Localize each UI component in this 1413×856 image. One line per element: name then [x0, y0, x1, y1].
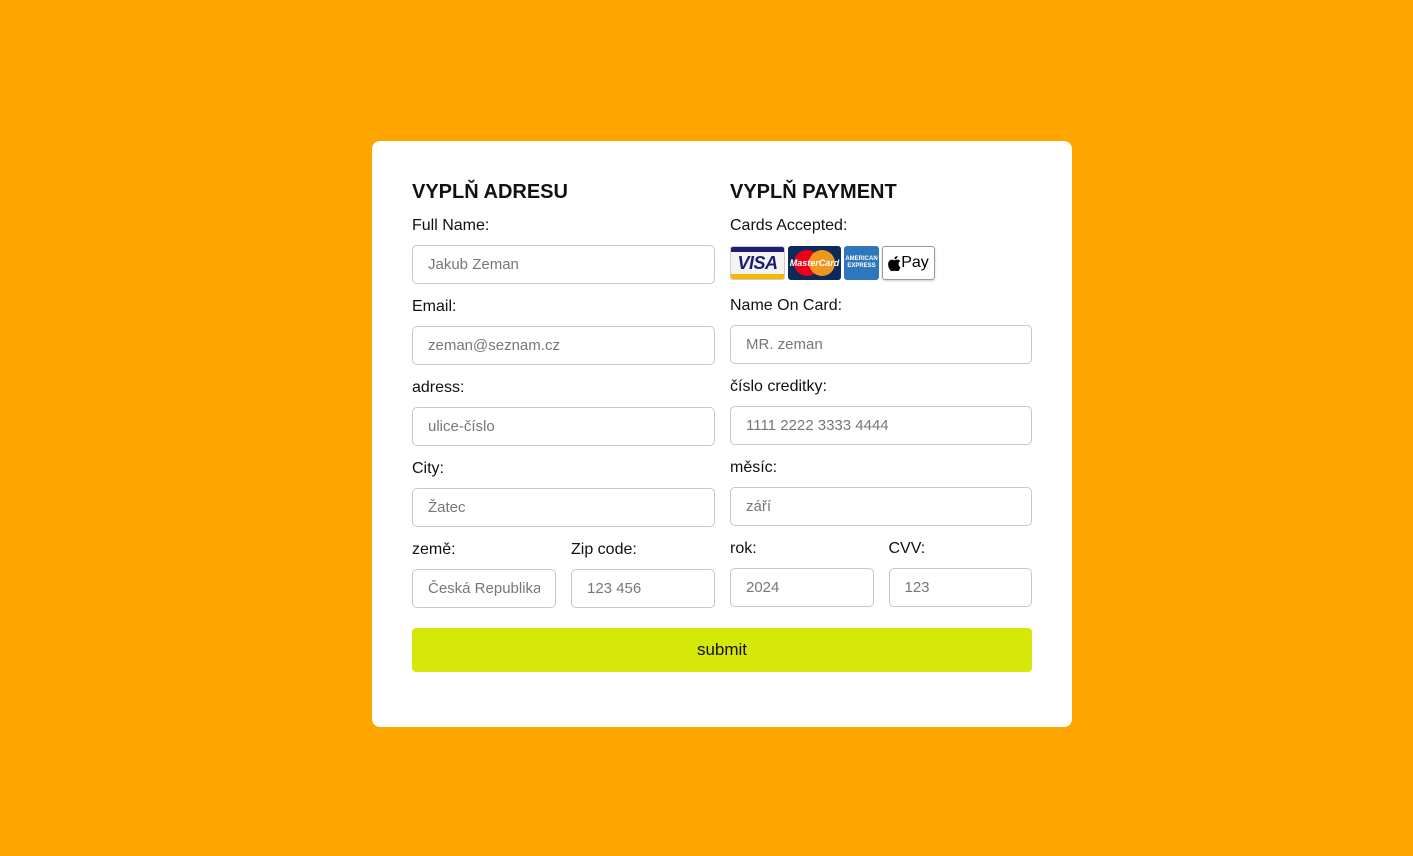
country-group: země:	[412, 541, 556, 622]
city-input[interactable]	[412, 488, 715, 527]
zip-input[interactable]	[571, 569, 715, 608]
visa-text: VISA	[737, 252, 778, 273]
cvv-group: CVV:	[888, 540, 1032, 621]
city-label: City:	[412, 460, 444, 477]
adress-label: adress:	[412, 379, 465, 396]
apple-pay-text: Pay	[901, 254, 929, 271]
email-input[interactable]	[412, 326, 715, 365]
submit-button[interactable]: submit	[412, 628, 1032, 672]
visa-icon: VISA	[730, 246, 785, 280]
country-label: země:	[412, 541, 456, 558]
zip-label: Zip code:	[571, 541, 637, 558]
mastercard-icon: MasterCard	[788, 246, 841, 280]
apple-pay-icon: Pay	[882, 246, 935, 280]
apple-logo-icon	[888, 255, 901, 271]
address-heading: VYPLŇ ADRESU	[412, 181, 568, 203]
mastercard-text: MasterCard	[789, 258, 840, 268]
adress-input[interactable]	[412, 407, 715, 446]
zip-group: Zip code:	[571, 541, 715, 622]
year-input[interactable]	[730, 568, 874, 607]
cvv-input[interactable]	[888, 568, 1032, 607]
full-name-label: Full Name:	[412, 217, 490, 234]
country-zip-row: země: Zip code:	[412, 541, 715, 622]
month-label: měsíc:	[730, 459, 778, 476]
email-label: Email:	[412, 298, 457, 315]
year-label: rok:	[730, 540, 757, 557]
checkout-card: VYPLŇ ADRESU Full Name: Email: adress: C…	[372, 141, 1072, 727]
cvv-label: CVV:	[888, 540, 926, 557]
amex-text: AMERICAN EXPRESS	[845, 256, 878, 269]
payment-column: VYPLŇ PAYMENT Cards Accepted: VISA Maste…	[730, 181, 1032, 622]
year-cvv-row: rok: CVV:	[730, 540, 1032, 621]
card-number-label: číslo creditky:	[730, 378, 827, 395]
name-on-card-input[interactable]	[730, 325, 1032, 364]
payment-heading: VYPLŇ PAYMENT	[730, 181, 897, 203]
form-columns: VYPLŇ ADRESU Full Name: Email: adress: C…	[412, 181, 1032, 622]
name-on-card-label: Name On Card:	[730, 297, 843, 314]
country-input[interactable]	[412, 569, 556, 608]
accepted-cards: VISA MasterCard AMERICAN EXPRESS Pay	[730, 245, 1032, 281]
cards-accepted-label: Cards Accepted:	[730, 217, 848, 234]
amex-icon: AMERICAN EXPRESS	[844, 246, 879, 280]
year-group: rok:	[730, 540, 874, 621]
card-number-input[interactable]	[730, 406, 1032, 445]
address-column: VYPLŇ ADRESU Full Name: Email: adress: C…	[412, 181, 715, 622]
month-input[interactable]	[730, 487, 1032, 526]
full-name-input[interactable]	[412, 245, 715, 284]
